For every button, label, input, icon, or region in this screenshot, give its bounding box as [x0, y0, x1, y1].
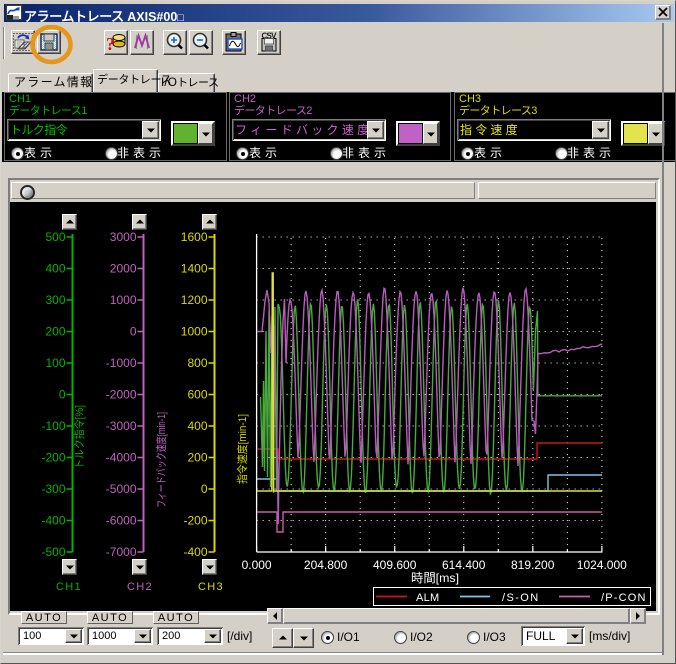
- svg-text:3000: 3000: [110, 230, 137, 244]
- svg-text:-100: -100: [41, 419, 65, 433]
- svg-text:-4000: -4000: [106, 451, 137, 465]
- svg-text:-5000: -5000: [106, 482, 137, 496]
- svg-text:-400: -400: [41, 514, 65, 528]
- svg-text:819.200: 819.200: [511, 558, 555, 572]
- svg-text:400: 400: [187, 419, 207, 433]
- svg-text:2000: 2000: [110, 262, 137, 276]
- svg-text:-500: -500: [41, 545, 65, 559]
- svg-text:-6000: -6000: [106, 514, 137, 528]
- svg-text:200: 200: [45, 325, 65, 339]
- svg-text:トルク指令[%]: トルク指令[%]: [72, 405, 86, 469]
- svg-text:1600: 1600: [181, 230, 208, 244]
- svg-text:1000: 1000: [110, 293, 137, 307]
- svg-text:0: 0: [201, 482, 208, 496]
- svg-text:500: 500: [45, 230, 65, 244]
- svg-text:300: 300: [45, 293, 65, 307]
- svg-text:指令速度[min-1]: 指令速度[min-1]: [235, 414, 249, 484]
- svg-text:-1000: -1000: [106, 356, 137, 370]
- svg-text:400: 400: [45, 262, 65, 276]
- svg-text:-400: -400: [183, 545, 207, 559]
- svg-text:0: 0: [59, 388, 66, 402]
- svg-text:0: 0: [130, 325, 137, 339]
- svg-text:-200: -200: [41, 451, 65, 465]
- svg-text:409.600: 409.600: [373, 558, 417, 572]
- svg-text:-2000: -2000: [106, 388, 137, 402]
- svg-text:200: 200: [187, 451, 207, 465]
- svg-text:/S-ON: /S-ON: [502, 592, 540, 604]
- svg-text:1024.000: 1024.000: [577, 558, 627, 572]
- svg-text:-200: -200: [183, 514, 207, 528]
- svg-text:/P-CON: /P-CON: [601, 592, 647, 604]
- svg-text:1200: 1200: [181, 293, 208, 307]
- svg-text:0.000: 0.000: [242, 558, 272, 572]
- svg-text:時間[ms]: 時間[ms]: [411, 571, 459, 585]
- svg-text:ALM: ALM: [416, 592, 440, 604]
- svg-text:1000: 1000: [181, 325, 208, 339]
- svg-text:-3000: -3000: [106, 419, 137, 433]
- svg-text:100: 100: [45, 356, 65, 370]
- svg-text:-300: -300: [41, 482, 65, 496]
- svg-text:-7000: -7000: [106, 545, 137, 559]
- svg-text:1400: 1400: [181, 262, 208, 276]
- svg-text:800: 800: [187, 356, 207, 370]
- svg-text:600: 600: [187, 388, 207, 402]
- svg-text:フィードバック速度[min-1]: フィードバック速度[min-1]: [154, 412, 168, 508]
- svg-text:204.800: 204.800: [304, 558, 348, 572]
- svg-text:614.400: 614.400: [442, 558, 486, 572]
